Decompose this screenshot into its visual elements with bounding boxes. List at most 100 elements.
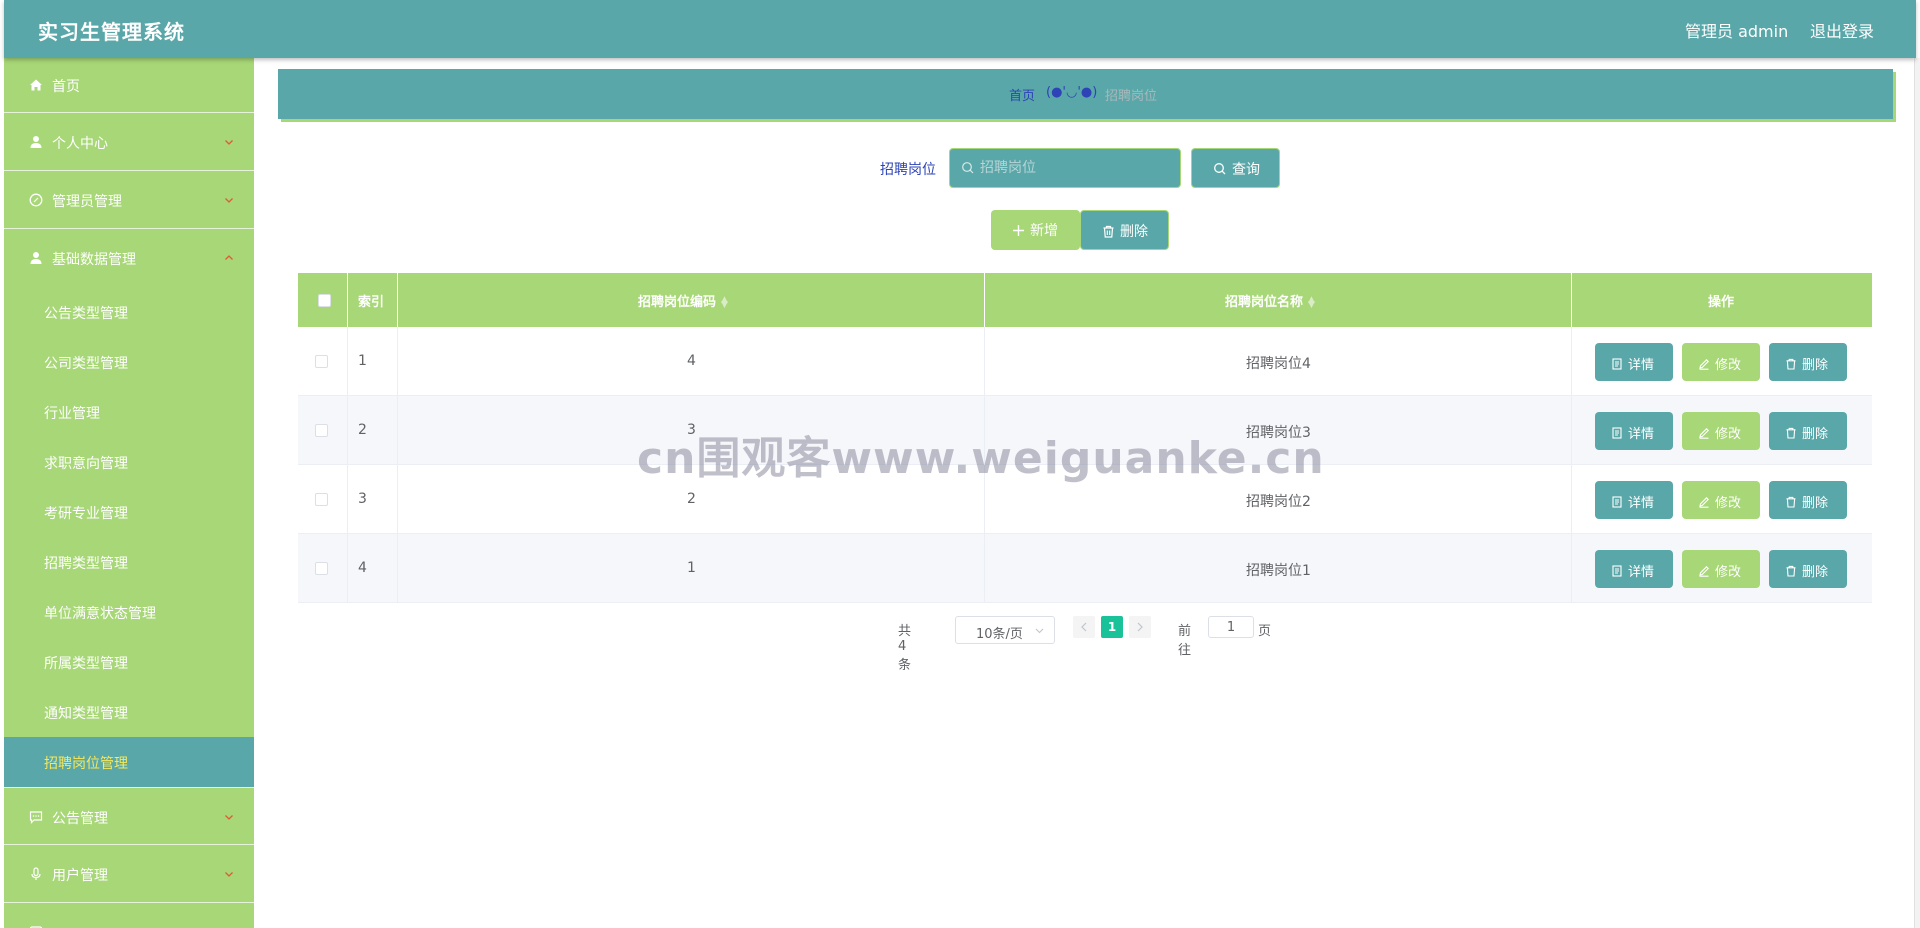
detail-button[interactable]: 详情 [1595, 343, 1673, 381]
detail-button[interactable]: 详情 [1595, 550, 1673, 588]
sidebar-subitem-label: 招聘类型管理 [44, 556, 128, 572]
sidebar-subitem-company-type[interactable]: 公司类型管理 [4, 337, 254, 387]
sidebar-item-label: 首页 [52, 79, 80, 95]
detail-button[interactable]: 详情 [1595, 481, 1673, 519]
detail-button[interactable]: 详情 [1595, 412, 1673, 450]
sidebar-subitem-notice-type[interactable]: 公告类型管理 [4, 287, 254, 337]
sidebar-subitem-satisfaction-status[interactable]: 单位满意状态管理 [4, 587, 254, 637]
breadcrumb-current: 招聘岗位 [1105, 89, 1158, 104]
batch-delete-button-label: 删除 [1120, 224, 1148, 240]
edit-icon [1699, 496, 1709, 508]
chevron-down-icon [225, 872, 233, 877]
sidebar-subitem-recruit-position[interactable]: 招聘岗位管理 [4, 737, 254, 787]
vertical-scrollbar[interactable] [1914, 58, 1920, 928]
chat-icon [27, 808, 45, 826]
sort-icon[interactable]: ▲ ▼ [1308, 295, 1315, 309]
sidebar-item-label: 公告管理 [52, 811, 108, 827]
row-name: 招聘岗位4 [1246, 356, 1311, 372]
header-select-cell [298, 273, 348, 327]
sidebar: 首页 个人中心 管理员管理 基础数据管理 公告类型管理 公司类型管理 行业管理 [4, 58, 254, 928]
row-code: 2 [687, 491, 696, 507]
row-index: 4 [358, 560, 367, 576]
goto-unit: 页 [1258, 624, 1272, 639]
sidebar-item-label: 个人中心 [52, 136, 108, 152]
sidebar-subitem-label: 所属类型管理 [44, 656, 128, 672]
breadcrumb: 首页 (●'◡'●) 招聘岗位 [278, 69, 1893, 119]
logout-link[interactable]: 退出登录 [1810, 18, 1874, 42]
prev-page-button[interactable] [1073, 616, 1095, 638]
breadcrumb-separator: (●'◡'●) [1046, 85, 1098, 100]
sidebar-subitem-label: 公告类型管理 [44, 306, 128, 322]
column-header-name[interactable]: 招聘岗位名称 ▲ ▼ [985, 273, 1572, 327]
sidebar-item-admin-management[interactable]: 管理员管理 [4, 171, 254, 229]
delete-button[interactable]: 删除 [1769, 550, 1847, 588]
row-checkbox[interactable] [315, 355, 328, 368]
page-size-value: 10条/页 [976, 627, 1023, 642]
pagination-total: 共 4 条 [898, 624, 912, 673]
goto-page-input[interactable] [1208, 616, 1254, 638]
trash-icon [1103, 225, 1114, 238]
chevron-left-icon [1081, 622, 1087, 632]
edit-icon [1699, 358, 1709, 370]
sidebar-subitem-job-intention[interactable]: 求职意向管理 [4, 437, 254, 487]
row-checkbox[interactable] [315, 424, 328, 437]
delete-button-label: 删除 [1802, 427, 1829, 442]
sidebar-item-user-management[interactable]: 用户管理 [4, 845, 254, 903]
query-button[interactable]: 查询 [1191, 148, 1280, 188]
batch-delete-button[interactable]: 删除 [1080, 210, 1169, 250]
goto-label: 前往 [1178, 624, 1192, 658]
delete-button-label: 删除 [1802, 358, 1829, 373]
trash-icon [1786, 496, 1796, 508]
search-input[interactable] [980, 149, 1175, 187]
sidebar-subitem-recruit-type[interactable]: 招聘类型管理 [4, 537, 254, 587]
document-icon [1612, 495, 1622, 508]
edit-button[interactable]: 修改 [1682, 550, 1760, 588]
chevron-down-icon [1035, 628, 1044, 634]
row-name: 招聘岗位2 [1246, 494, 1311, 510]
row-code: 4 [687, 353, 696, 369]
edit-button[interactable]: 修改 [1682, 412, 1760, 450]
edit-button[interactable]: 修改 [1682, 343, 1760, 381]
edit-button-label: 修改 [1715, 427, 1742, 442]
column-header-index: 索引 [348, 273, 398, 327]
sidebar-subitem-label: 公司类型管理 [44, 356, 128, 372]
next-page-button[interactable] [1129, 616, 1151, 638]
delete-button-label: 删除 [1802, 565, 1829, 580]
edit-button[interactable]: 修改 [1682, 481, 1760, 519]
app-root: 实习生管理系统 管理员 admin 退出登录 首页 个人中心 管理员管理 基础数… [0, 0, 1920, 928]
table-row: 4 1 招聘岗位1 详情 修改 删除 [298, 534, 1872, 603]
document-icon [1612, 426, 1622, 439]
sidebar-item-base-data-management[interactable]: 基础数据管理 [4, 229, 254, 287]
row-checkbox[interactable] [315, 562, 328, 575]
row-code: 1 [687, 560, 696, 576]
edit-icon [1699, 427, 1709, 439]
page-number-current[interactable]: 1 [1101, 616, 1123, 638]
sidebar-subitem-postgraduate-major[interactable]: 考研专业管理 [4, 487, 254, 537]
sidebar-subitem-label: 考研专业管理 [44, 506, 128, 522]
sidebar-item-home[interactable]: 首页 [4, 58, 254, 113]
search-icon [962, 162, 974, 174]
select-all-checkbox[interactable] [318, 294, 331, 307]
table-row: 2 3 招聘岗位3 详情 修改 删除 [298, 396, 1872, 465]
sidebar-subitem-notification-type[interactable]: 通知类型管理 [4, 687, 254, 737]
sort-icon[interactable]: ▲ ▼ [721, 295, 728, 309]
add-button[interactable]: 新增 [991, 210, 1080, 250]
sidebar-subitem-affiliation-type[interactable]: 所属类型管理 [4, 637, 254, 687]
sidebar-item-personal-center[interactable]: 个人中心 [4, 113, 254, 171]
table-header: 索引 招聘岗位编码 ▲ ▼ 招聘岗位名称 ▲ ▼ 操作 [298, 273, 1872, 327]
user-icon [27, 249, 45, 267]
detail-button-label: 详情 [1628, 496, 1655, 511]
row-checkbox[interactable] [315, 493, 328, 506]
page-size-select[interactable]: 10条/页 [955, 616, 1055, 644]
delete-button[interactable]: 删除 [1769, 481, 1847, 519]
delete-button[interactable]: 删除 [1769, 412, 1847, 450]
trash-icon [1786, 565, 1796, 577]
breadcrumb-home-link[interactable]: 首页 [1009, 85, 1035, 104]
delete-button[interactable]: 删除 [1769, 343, 1847, 381]
column-header-code[interactable]: 招聘岗位编码 ▲ ▼ [398, 273, 985, 327]
sidebar-subitem-industry[interactable]: 行业管理 [4, 387, 254, 437]
sidebar-item-notice-management[interactable]: 公告管理 [4, 787, 254, 845]
chevron-down-icon [225, 198, 233, 203]
compass-icon [27, 191, 45, 209]
sidebar-item-more[interactable] [4, 903, 254, 928]
